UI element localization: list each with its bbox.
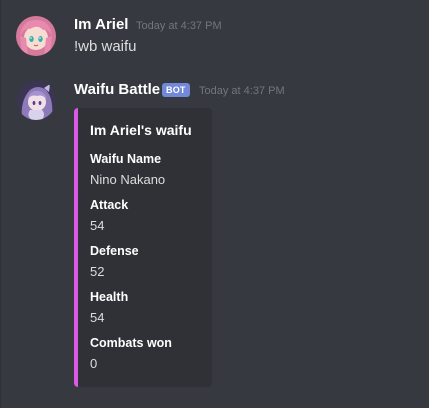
field-name-defense: Defense xyxy=(90,244,139,258)
anime-avatar-pink-hair-icon xyxy=(16,16,56,56)
message-timestamp: Today at 4:37 PM xyxy=(136,20,222,32)
bot-avatar[interactable] xyxy=(16,80,56,120)
field-value-health: 54 xyxy=(90,310,105,325)
message-author[interactable]: Im Ariel xyxy=(74,16,128,33)
embed-accent-bar xyxy=(74,108,78,387)
field-name-attack: Attack xyxy=(90,198,129,212)
message-content: !wb waifu xyxy=(74,38,137,55)
field-name-waifu: Waifu Name xyxy=(90,152,162,166)
chat-area: Im Ariel Today at 4:37 PM !wb waifu Waif… xyxy=(0,0,429,408)
anime-avatar-purple-hair-icon xyxy=(16,80,56,120)
field-name-health: Health xyxy=(90,290,129,304)
message-author[interactable]: Waifu Battle xyxy=(74,81,160,98)
divider xyxy=(0,0,1,408)
field-value-waifu: Nino Nakano xyxy=(90,172,166,187)
field-name-combats-won: Combats won xyxy=(90,336,172,350)
embed-title: Im Ariel's waifu xyxy=(90,122,192,138)
message-timestamp: Today at 4:37 PM xyxy=(199,85,285,97)
field-value-attack: 54 xyxy=(90,218,105,233)
bot-tag-badge: BOT xyxy=(162,83,190,97)
embed-card: Im Ariel's waifu Waifu Name Nino Nakano … xyxy=(74,108,212,387)
field-value-combats-won: 0 xyxy=(90,356,98,371)
user-avatar[interactable] xyxy=(16,16,56,56)
field-value-defense: 52 xyxy=(90,264,105,279)
